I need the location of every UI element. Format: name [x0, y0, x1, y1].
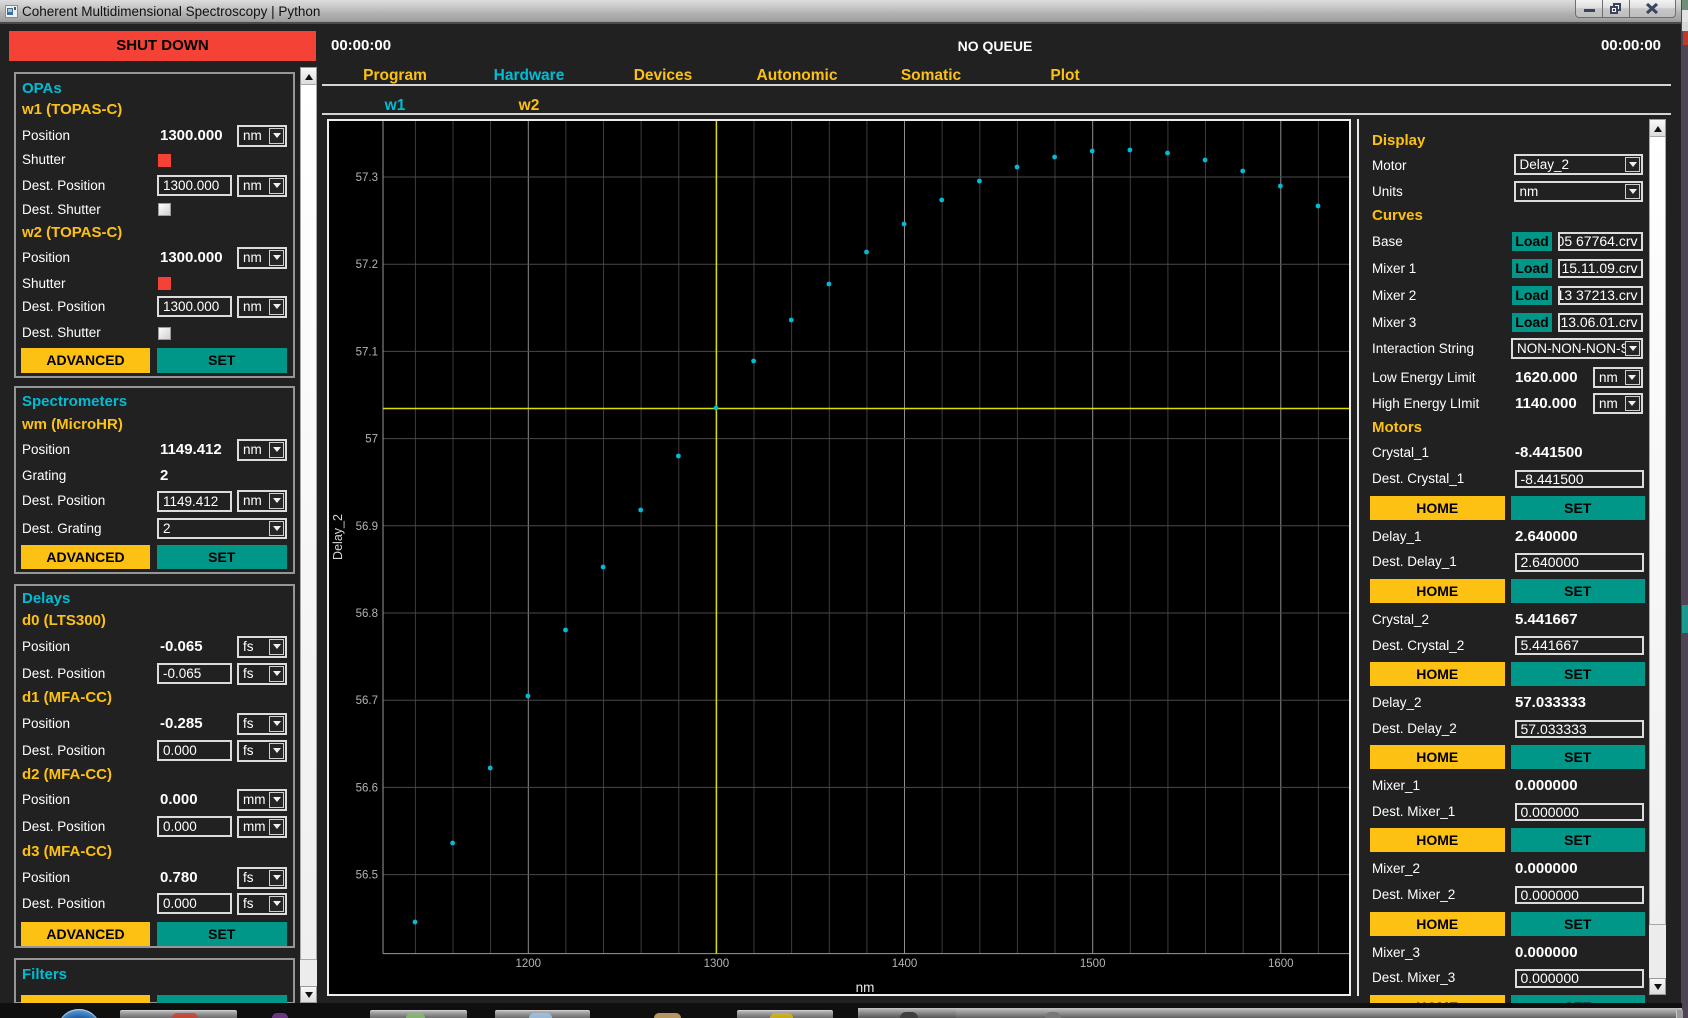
svg-text:1600: 1600: [1268, 958, 1294, 970]
svg-text:Delay_2: Delay_2: [331, 514, 345, 560]
svg-text:56.6: 56.6: [356, 782, 378, 794]
svg-text:1200: 1200: [516, 958, 542, 970]
svg-text:56.5: 56.5: [356, 870, 378, 882]
svg-text:1400: 1400: [892, 958, 918, 970]
svg-text:57: 57: [365, 434, 378, 446]
svg-text:57.2: 57.2: [356, 259, 378, 271]
svg-text:56.7: 56.7: [356, 695, 378, 707]
svg-text:57.3: 57.3: [356, 172, 378, 184]
svg-text:56.9: 56.9: [356, 521, 378, 533]
svg-text:nm: nm: [856, 980, 875, 994]
svg-text:56.8: 56.8: [356, 608, 378, 620]
svg-text:57.1: 57.1: [356, 346, 378, 358]
svg-text:1300: 1300: [704, 958, 730, 970]
svg-text:1500: 1500: [1080, 958, 1106, 970]
